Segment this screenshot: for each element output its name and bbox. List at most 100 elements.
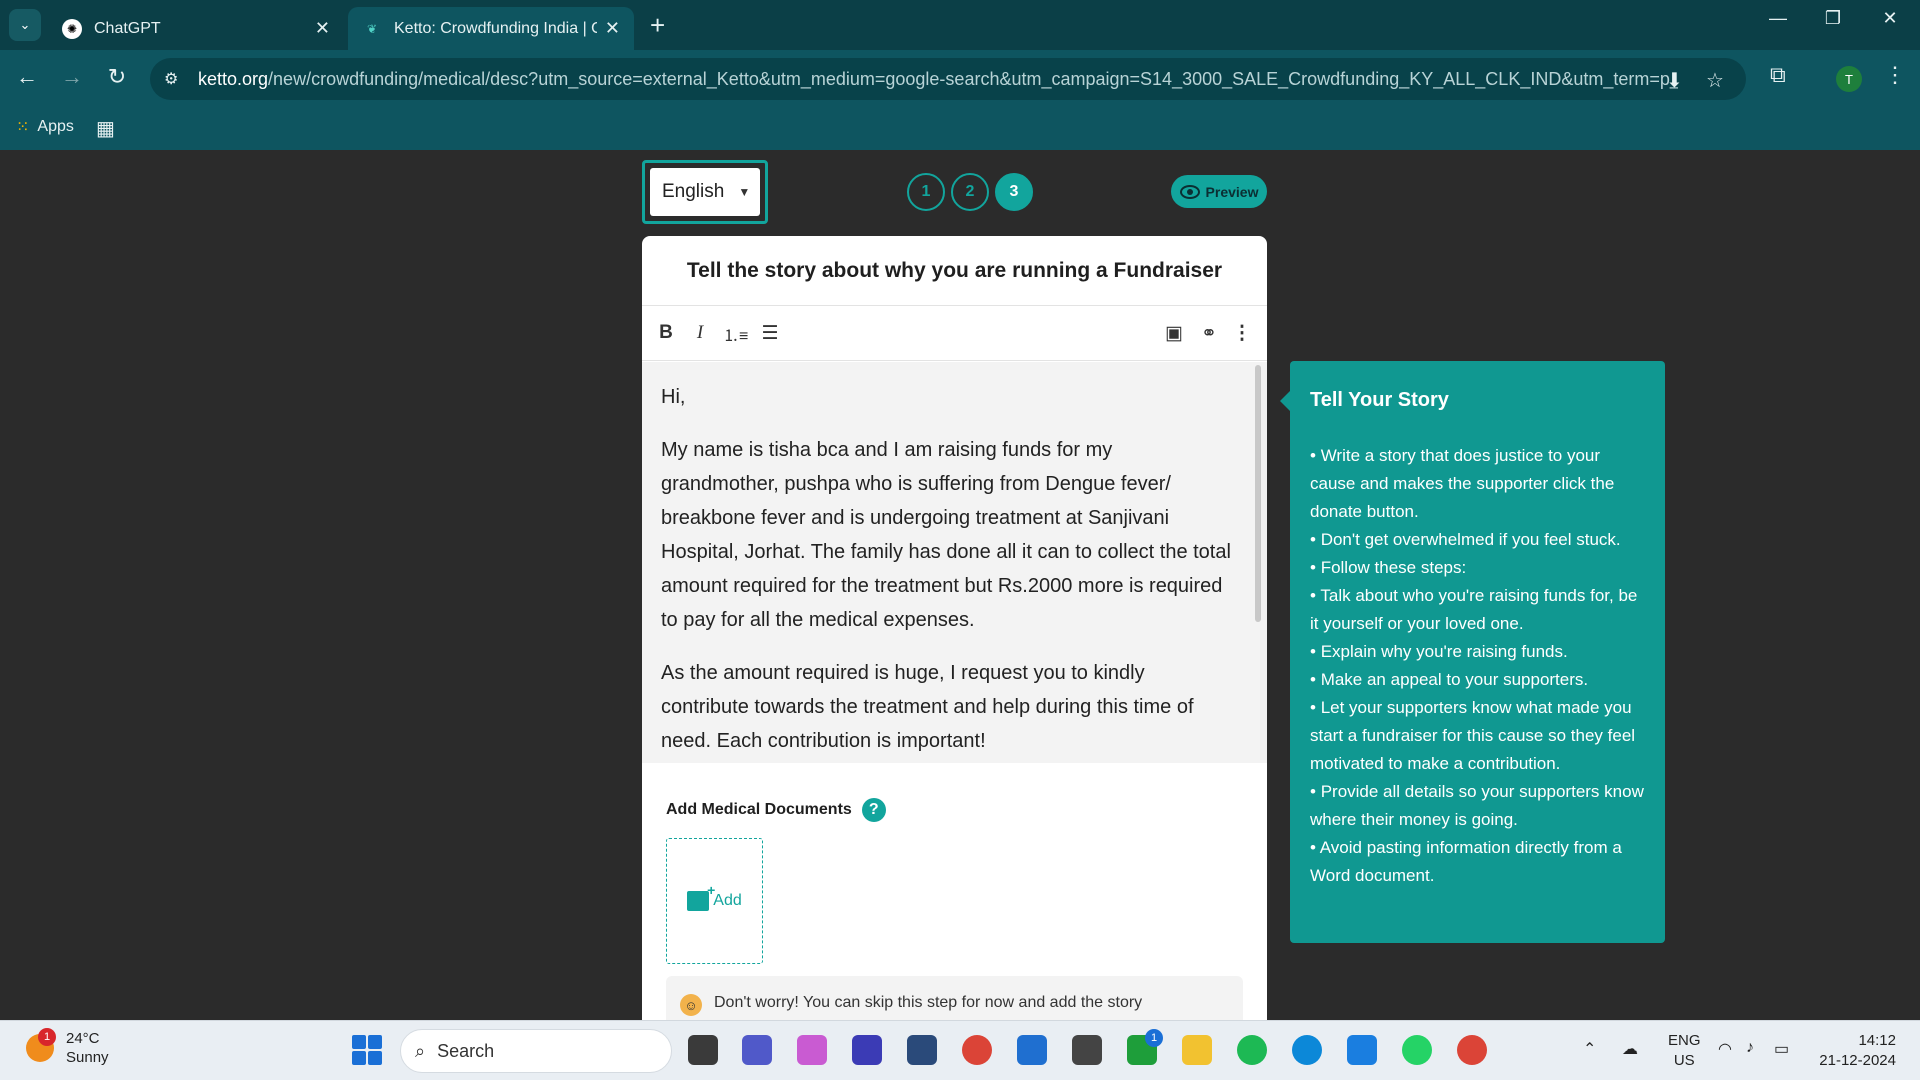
- tab-search-button[interactable]: ⌄: [9, 9, 41, 41]
- profile-avatar[interactable]: T: [1836, 66, 1862, 92]
- story-editor[interactable]: Hi, My name is tisha bca and I am raisin…: [642, 362, 1267, 763]
- window-close-icon[interactable]: ✕: [1870, 8, 1910, 29]
- clock-date: 21-12-2024: [1819, 1052, 1896, 1069]
- editor-scrollbar[interactable]: [1255, 365, 1261, 622]
- tip-item: Don't get overwhelmed if you feel stuck.: [1310, 526, 1645, 554]
- teams-icon[interactable]: [742, 1035, 772, 1065]
- step-1[interactable]: 1: [907, 173, 945, 211]
- volume-icon[interactable]: ♪: [1746, 1039, 1754, 1057]
- tip-item: Talk about who you're raising funds for,…: [1310, 582, 1645, 638]
- tab-chatgpt[interactable]: ✺ ChatGPT ✕: [48, 7, 344, 50]
- step-2[interactable]: 2: [951, 173, 989, 211]
- vscode-icon[interactable]: [1347, 1035, 1377, 1065]
- xbox-icon[interactable]: 1: [1127, 1029, 1163, 1065]
- spotify-icon[interactable]: [1237, 1035, 1267, 1065]
- site-info-icon[interactable]: ⚙: [164, 69, 190, 89]
- task-view-icon[interactable]: [688, 1035, 718, 1065]
- language-select-box[interactable]: English ▼: [650, 168, 760, 216]
- taskbar-search[interactable]: ⌕ Search: [400, 1029, 672, 1073]
- tab-ketto[interactable]: ❦ Ketto: Crowdfunding India | Onl ✕: [348, 7, 634, 50]
- address-bar-row: ← → ↻ ⚙ ketto.org/new/crowdfunding/medic…: [0, 50, 1920, 108]
- eye-icon: [1179, 184, 1200, 199]
- onedrive-icon[interactable]: ☁: [1622, 1039, 1638, 1059]
- lang-line1: ENG: [1668, 1032, 1701, 1049]
- story-paragraph: Hi,: [661, 386, 686, 408]
- tip-item: Follow these steps:: [1310, 554, 1645, 582]
- start-icon[interactable]: [352, 1035, 382, 1065]
- install-app-icon[interactable]: ⬇: [1666, 68, 1683, 93]
- skip-notice: ☺ Don't worry! You can skip this step fo…: [666, 976, 1243, 1020]
- story-card: Tell the story about why you are running…: [642, 236, 1267, 1020]
- back-icon[interactable]: ←: [12, 64, 42, 90]
- browser-menu-icon[interactable]: ⋮: [1884, 62, 1906, 88]
- store-icon[interactable]: [1017, 1035, 1047, 1065]
- tell-your-story-tips: Tell Your Story Write a story that does …: [1280, 361, 1665, 943]
- tab-title: Ketto: Crowdfunding India | Onl: [394, 19, 597, 37]
- temperature: 24°C: [66, 1030, 100, 1047]
- restore-icon[interactable]: ❐: [1813, 8, 1853, 29]
- apps-label: Apps: [37, 118, 74, 135]
- tip-item: Let your supporters know what made you s…: [1310, 694, 1645, 778]
- tip-item: Explain why you're raising funds.: [1310, 638, 1645, 666]
- close-icon[interactable]: ✕: [315, 18, 330, 39]
- bookmarks-bar: ⁙ Apps ▦: [0, 108, 1920, 150]
- link-icon[interactable]: ⚭: [1197, 322, 1221, 345]
- math-app-icon[interactable]: [852, 1035, 882, 1065]
- whatsapp-icon[interactable]: [1402, 1035, 1432, 1065]
- ketto-icon: ❦: [366, 21, 378, 36]
- step-3[interactable]: 3: [995, 173, 1033, 211]
- numbered-list-icon[interactable]: ⒈≡: [723, 322, 748, 346]
- system-clock[interactable]: 14:12 21-12-2024: [1810, 1031, 1896, 1071]
- minimize-icon[interactable]: —: [1758, 8, 1798, 29]
- chrome-active-icon[interactable]: [1457, 1035, 1487, 1065]
- medical-docs-heading: Add Medical Documents ?: [666, 798, 886, 822]
- close-icon[interactable]: ✕: [605, 18, 620, 39]
- new-tab-button[interactable]: +: [650, 10, 665, 41]
- tips-list: Write a story that does justice to your …: [1310, 442, 1645, 890]
- story-paragraph: My name is tisha bca and I am raising fu…: [661, 439, 1231, 631]
- tip-item: Provide all details so your supporters k…: [1310, 778, 1645, 834]
- weather-widget[interactable]: 1 24°C Sunny: [26, 1028, 109, 1067]
- docs-label: Add Medical Documents: [666, 801, 852, 818]
- bold-icon[interactable]: B: [654, 322, 678, 344]
- forward-icon[interactable]: →: [57, 64, 87, 90]
- add-image-icon: [687, 882, 715, 911]
- xbox-badge: 1: [1145, 1029, 1163, 1047]
- tab-groups-icon[interactable]: ▦: [96, 116, 115, 141]
- preview-button[interactable]: Preview: [1171, 175, 1267, 208]
- windows-taskbar: 1 24°C Sunny ⌕ Search 1 ⌃ ☁ ENG US ◠ ♪ ▭…: [0, 1020, 1920, 1080]
- unity-icon[interactable]: [1072, 1035, 1102, 1065]
- angel-emoji-icon: ☺: [680, 994, 702, 1016]
- sun-icon: 1: [26, 1028, 56, 1062]
- omnibox[interactable]: ⚙ ketto.org/new/crowdfunding/medical/des…: [150, 58, 1746, 100]
- apps-bookmark[interactable]: ⁙ Apps: [16, 117, 74, 137]
- tray-chevron-icon[interactable]: ⌃: [1583, 1039, 1596, 1059]
- input-language[interactable]: ENG US: [1668, 1031, 1701, 1071]
- chrome-icon[interactable]: [962, 1035, 992, 1065]
- tab-title: ChatGPT: [94, 19, 161, 37]
- url-text[interactable]: ketto.org/new/crowdfunding/medical/desc?…: [198, 69, 1678, 90]
- help-icon[interactable]: ?: [861, 798, 886, 822]
- wifi-icon[interactable]: ◠: [1718, 1039, 1732, 1059]
- sketch-app-icon[interactable]: [907, 1035, 937, 1065]
- edge-icon[interactable]: [1292, 1035, 1322, 1065]
- more-options-icon[interactable]: ⋮: [1230, 322, 1254, 345]
- add-document-button[interactable]: Add: [666, 838, 763, 964]
- battery-icon[interactable]: ▭: [1774, 1039, 1789, 1059]
- italic-icon[interactable]: I: [688, 322, 712, 344]
- language-select[interactable]: English ▼: [642, 160, 768, 224]
- url-host: ketto.org: [198, 68, 269, 89]
- file-explorer-icon[interactable]: [1182, 1035, 1212, 1065]
- extensions-icon[interactable]: ⧉: [1770, 62, 1786, 88]
- editor-toolbar: B I ⒈≡ ☰ ▣ ⚭ ⋮: [642, 306, 1267, 361]
- preview-label: Preview: [1205, 183, 1259, 200]
- browser-tab-bar: ⌄ ✺ ChatGPT ✕ ❦ Ketto: Crowdfunding Indi…: [0, 0, 1920, 50]
- copilot-icon[interactable]: [797, 1035, 827, 1065]
- bulleted-list-icon[interactable]: ☰: [758, 322, 782, 345]
- image-icon[interactable]: ▣: [1162, 322, 1186, 345]
- bookmark-star-icon[interactable]: ☆: [1706, 68, 1724, 93]
- lang-line2: US: [1673, 1052, 1695, 1069]
- chatgpt-icon: ✺: [62, 18, 82, 39]
- reload-icon[interactable]: ↻: [102, 64, 132, 90]
- tip-item: Write a story that does justice to your …: [1310, 442, 1645, 526]
